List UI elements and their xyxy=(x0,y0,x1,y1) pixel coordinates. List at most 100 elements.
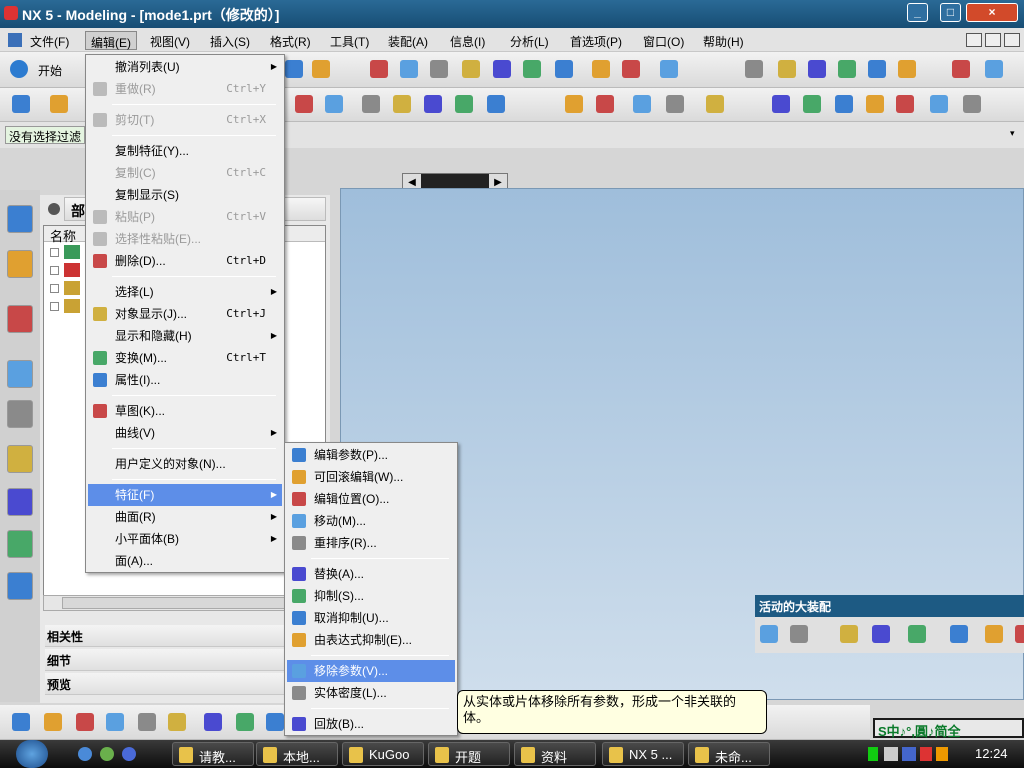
menu-item[interactable]: 重做(R) Ctrl+Y xyxy=(88,78,282,100)
taskbar-button[interactable]: 开题 xyxy=(428,742,510,766)
doc-minimize-button[interactable] xyxy=(966,33,982,47)
menu-item[interactable]: 对象显示(J)... Ctrl+J xyxy=(88,303,282,325)
menu-item[interactable]: 替换(A)... xyxy=(287,563,455,585)
resource-tab-6-icon[interactable] xyxy=(7,445,33,473)
type-filter-dropdown[interactable]: 没有选择过滤 xyxy=(5,126,86,144)
menu-item[interactable]: 由表达式抑制(E)... xyxy=(287,629,455,651)
menu-item[interactable]: 取消抑制(U)... xyxy=(287,607,455,629)
menu-3[interactable]: 视图(V) xyxy=(145,31,195,50)
toolbar-icon[interactable] xyxy=(930,95,948,113)
taskbar-button[interactable]: 未命... xyxy=(688,742,770,766)
toolbar-icon[interactable] xyxy=(455,95,473,113)
menu-item[interactable]: 实体密度(L)... xyxy=(287,682,455,704)
menu-item[interactable]: 特征(F) ▶ xyxy=(88,484,282,506)
ime-toolbar[interactable]: S中♪°,圓♪简全 xyxy=(873,718,1024,739)
toolbar-icon[interactable] xyxy=(76,713,94,731)
menu-item[interactable]: 用户定义的对象(N)... xyxy=(88,453,282,475)
resource-tab-8-icon[interactable] xyxy=(7,530,33,558)
toolbar-icon[interactable] xyxy=(393,95,411,113)
toolbar-icon[interactable] xyxy=(236,713,254,731)
toolbar-icon[interactable] xyxy=(430,60,448,78)
menu-item[interactable]: 显示和隐藏(H) ▶ xyxy=(88,325,282,347)
tree-node-icon[interactable] xyxy=(64,281,80,295)
menu-item[interactable]: 回放(B)... xyxy=(287,713,455,735)
assembly-tool-icon[interactable] xyxy=(985,625,1003,643)
menu-6[interactable]: 工具(T) xyxy=(325,31,374,50)
toolbar-icon[interactable] xyxy=(266,713,284,731)
expand-toggle-icon[interactable] xyxy=(50,284,59,293)
menu-item[interactable]: 变换(M)... Ctrl+T xyxy=(88,347,282,369)
menu-item[interactable]: 重排序(R)... xyxy=(287,532,455,554)
taskbar-button[interactable]: 本地... xyxy=(256,742,338,766)
start-orb-icon[interactable] xyxy=(16,740,48,768)
expand-toggle-icon[interactable] xyxy=(50,248,59,257)
toolbar-icon[interactable] xyxy=(565,95,583,113)
quicklaunch-icon[interactable] xyxy=(100,747,114,761)
chevron-down-icon[interactable]: ▾ xyxy=(1010,128,1015,139)
menu-item[interactable]: 复制(C) Ctrl+C xyxy=(88,162,282,184)
toolbar-icon[interactable] xyxy=(898,60,916,78)
toolbar-icon[interactable] xyxy=(803,95,821,113)
toolbar-icon[interactable] xyxy=(487,95,505,113)
menu-item[interactable]: 选择(L) ▶ xyxy=(88,281,282,303)
resource-tab-2-icon[interactable] xyxy=(7,250,33,278)
assembly-tool-icon[interactable] xyxy=(872,625,890,643)
menu-item[interactable]: 属性(I)... xyxy=(88,369,282,391)
toolbar-icon[interactable] xyxy=(285,60,303,78)
section-details[interactable]: 细节 xyxy=(45,649,285,671)
taskbar-button[interactable]: KuGoo xyxy=(342,742,424,766)
tree-node-icon[interactable] xyxy=(64,263,80,277)
menu-item[interactable]: 选择性粘贴(E)... xyxy=(88,228,282,250)
menu-8[interactable]: 信息(I) xyxy=(445,31,490,50)
menu-item[interactable]: 曲线(V) ▶ xyxy=(88,422,282,444)
toolbar-icon[interactable] xyxy=(400,60,418,78)
menu-item[interactable]: 抑制(S)... xyxy=(287,585,455,607)
toolbar-icon[interactable] xyxy=(362,95,380,113)
assembly-tool-icon[interactable] xyxy=(1015,625,1024,643)
menu-4[interactable]: 插入(S) xyxy=(205,31,255,50)
section-dependencies[interactable]: 相关性 xyxy=(45,625,285,647)
menu-item[interactable]: 粘贴(P) Ctrl+V xyxy=(88,206,282,228)
toolbar-icon[interactable] xyxy=(952,60,970,78)
menu-item[interactable]: 撤消列表(U) ▶ xyxy=(88,56,282,78)
taskbar-button[interactable]: 资料 xyxy=(514,742,596,766)
menu-item[interactable]: 编辑参数(P)... xyxy=(287,444,455,466)
toolbar-icon[interactable] xyxy=(666,95,684,113)
toolbar-icon[interactable] xyxy=(295,95,313,113)
toolbar-icon[interactable] xyxy=(493,60,511,78)
expand-toggle-icon[interactable] xyxy=(50,302,59,311)
resource-tab-1-icon[interactable] xyxy=(7,205,33,233)
maximize-button[interactable]: □ xyxy=(940,3,961,22)
toolbar-icon[interactable] xyxy=(772,95,790,113)
menu-11[interactable]: 窗口(O) xyxy=(638,31,689,50)
assembly-tool-icon[interactable] xyxy=(790,625,808,643)
menu-12[interactable]: 帮助(H) xyxy=(698,31,749,50)
menu-item[interactable]: 可回滚编辑(W)... xyxy=(287,466,455,488)
toolbar-icon[interactable] xyxy=(138,713,156,731)
toolbar-icon[interactable] xyxy=(633,95,651,113)
menu-10[interactable]: 首选项(P) xyxy=(565,31,627,50)
toolbar-icon[interactable] xyxy=(312,60,330,78)
taskbar-button[interactable]: NX 5 ... xyxy=(602,742,684,766)
menu-item[interactable]: 复制显示(S) xyxy=(88,184,282,206)
toolbar-icon[interactable] xyxy=(896,95,914,113)
resource-tab-3-icon[interactable] xyxy=(7,305,33,333)
minimize-button[interactable]: _ xyxy=(907,3,928,22)
menu-item[interactable]: 剪切(T) Ctrl+X xyxy=(88,109,282,131)
tree-node-icon[interactable] xyxy=(64,299,80,313)
start-button[interactable]: 开始 xyxy=(38,62,62,79)
ie-icon[interactable] xyxy=(78,747,92,761)
menu-item[interactable]: 曲面(R) ▶ xyxy=(88,506,282,528)
menu-item[interactable]: 小平面体(B) ▶ xyxy=(88,528,282,550)
clock[interactable]: 12:24 xyxy=(975,746,1008,761)
toolbar-icon[interactable] xyxy=(424,95,442,113)
menu-item[interactable]: 移动(M)... xyxy=(287,510,455,532)
menu-item[interactable]: 复制特征(Y)... xyxy=(88,140,282,162)
toolbar-icon[interactable] xyxy=(106,713,124,731)
assembly-tool-icon[interactable] xyxy=(760,625,778,643)
taskbar-button[interactable]: 请教... xyxy=(172,742,254,766)
assembly-tool-icon[interactable] xyxy=(908,625,926,643)
doc-close-button[interactable] xyxy=(1004,33,1020,47)
app-menu-icon[interactable] xyxy=(8,33,22,47)
toolbar-icon[interactable] xyxy=(778,60,796,78)
